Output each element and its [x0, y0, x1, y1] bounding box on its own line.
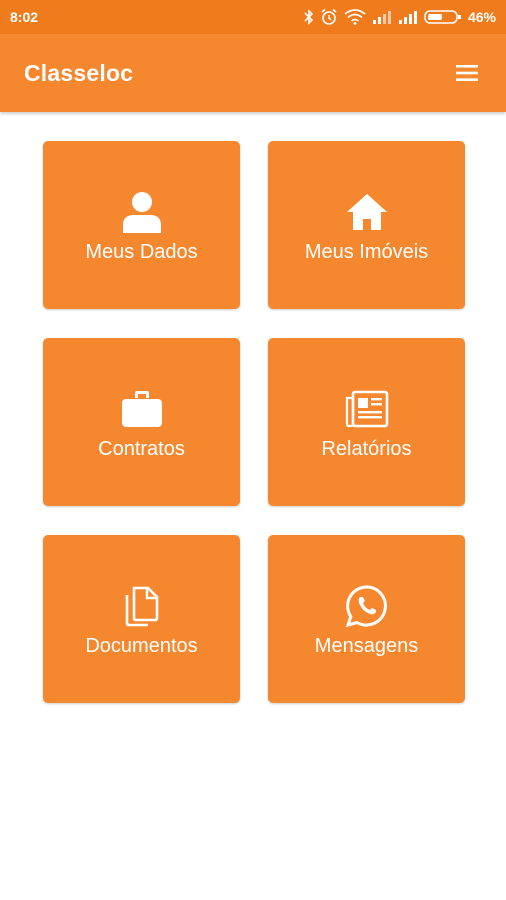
documents-icon [124, 583, 160, 629]
tile-label: Contratos [98, 438, 185, 460]
app-title: Classeloc [24, 59, 134, 86]
tile-meus-imoveis[interactable]: Meus Imóveis [268, 141, 465, 309]
status-time: 8:02 [10, 9, 39, 25]
tile-documentos[interactable]: Documentos [43, 535, 240, 703]
tile-label: Meus Dados [85, 241, 198, 263]
alarm-icon [321, 8, 337, 25]
signal-icon [398, 11, 417, 24]
battery-icon [424, 10, 461, 24]
tile-mensagens[interactable]: Mensagens [268, 535, 465, 703]
home-icon [346, 189, 388, 235]
status-icons: 46% [304, 8, 496, 26]
wifi-icon [344, 9, 366, 25]
tile-label: Documentos [85, 635, 198, 657]
tile-meus-dados[interactable]: Meus Dados [43, 141, 240, 309]
person-icon [122, 189, 162, 235]
tile-contratos[interactable]: Contratos [43, 338, 240, 506]
bluetooth-icon [304, 9, 314, 25]
app-bar: Classeloc [0, 34, 506, 112]
tile-relatorios[interactable]: Relatórios [268, 338, 465, 506]
signal-icon [372, 11, 391, 24]
tile-label: Relatórios [321, 438, 412, 460]
tile-label: Meus Imóveis [304, 241, 429, 263]
whatsapp-icon [345, 583, 389, 629]
newspaper-icon [344, 386, 390, 432]
tile-label: Mensagens [314, 635, 419, 657]
status-bar: 8:02 46% [0, 0, 506, 34]
battery-percent: 46% [467, 9, 496, 25]
briefcase-icon [121, 386, 163, 432]
hamburger-menu-icon[interactable] [454, 63, 480, 83]
